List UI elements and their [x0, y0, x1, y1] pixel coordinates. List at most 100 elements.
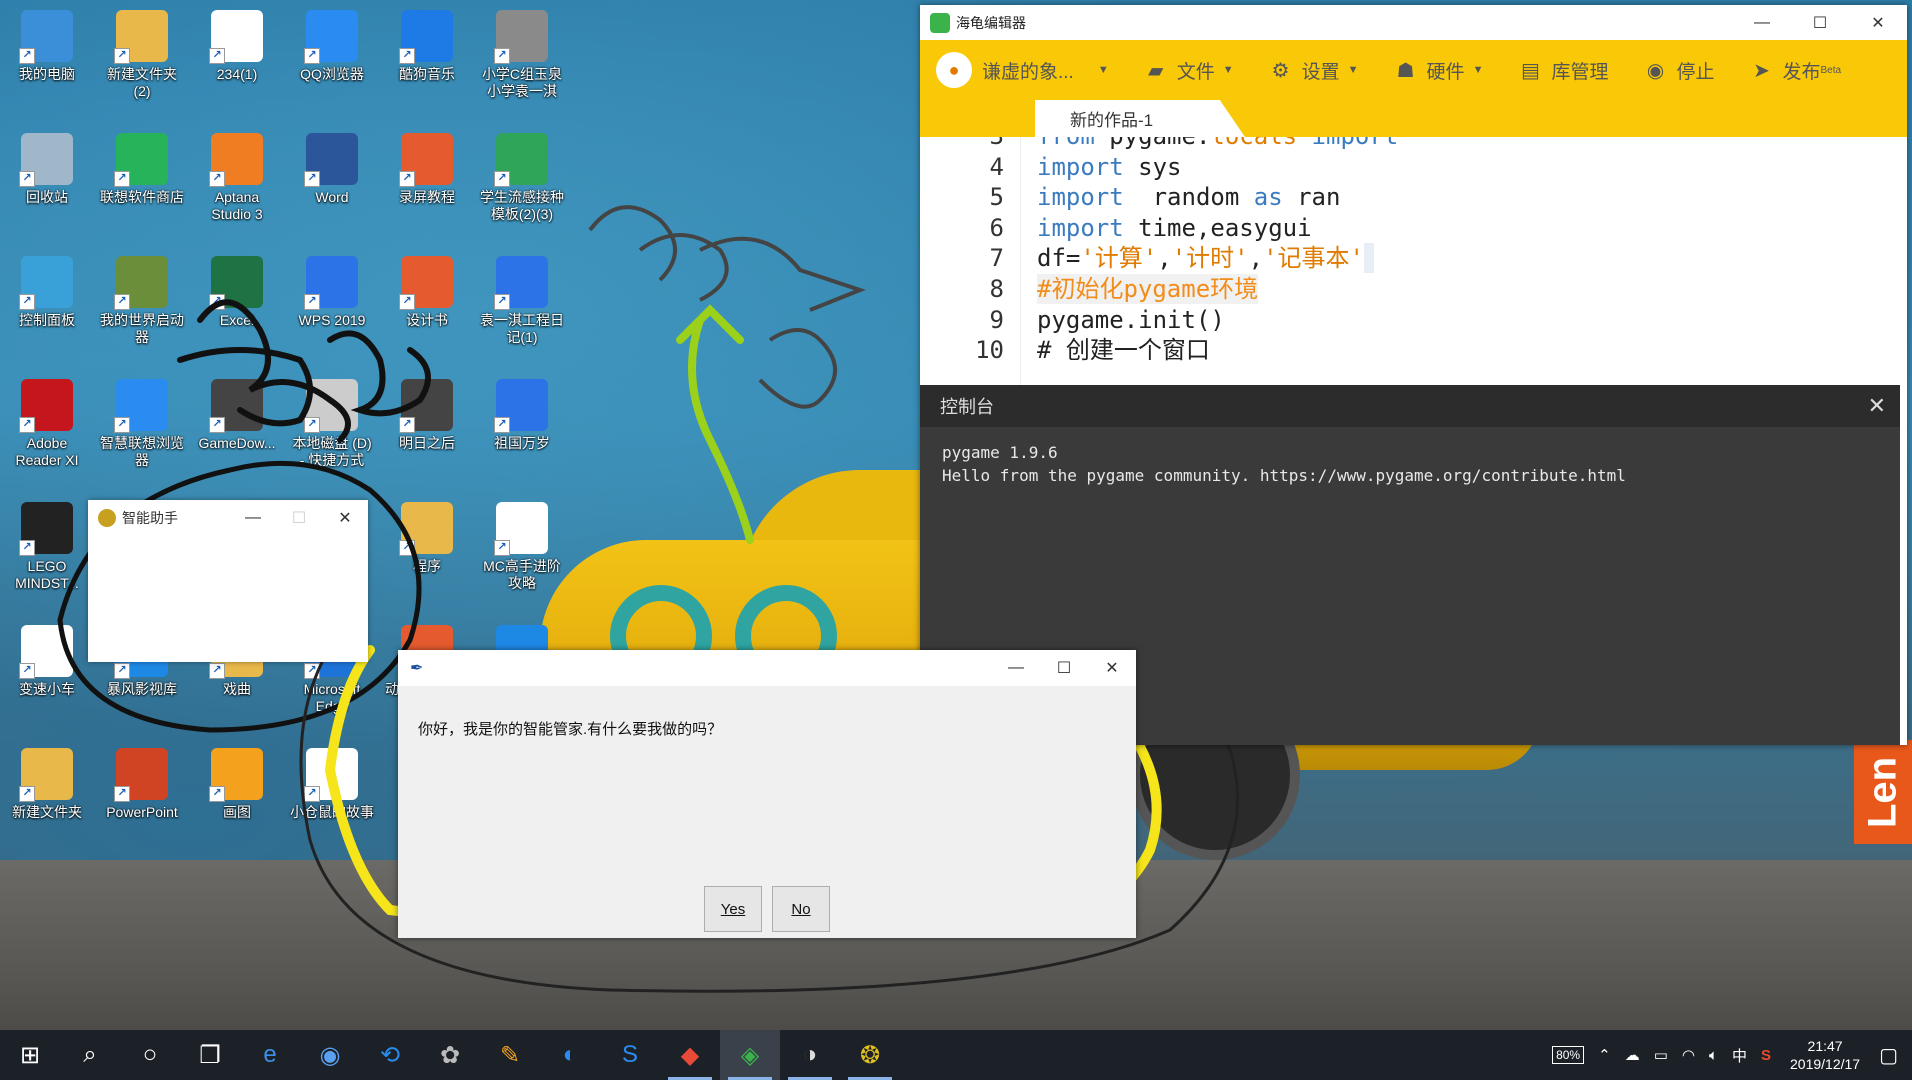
menu-hardware[interactable]: ☗ 硬件 ▼	[1393, 57, 1484, 84]
close-icon[interactable]: ✕	[1849, 5, 1907, 40]
taskbar-steam[interactable]: ◑	[780, 1030, 840, 1080]
code-line[interactable]: 9 pygame.init()	[920, 305, 1820, 335]
console-close-icon[interactable]: ✕	[1868, 393, 1886, 419]
desktop-icon[interactable]: ↗ 袁一淇工程日 记(1)	[475, 250, 569, 346]
search-button[interactable]: ⌕	[60, 1030, 120, 1080]
cortana-icon: ○	[142, 1041, 158, 1068]
desktop-icon-label: 联想软件商店	[100, 189, 184, 205]
sogou-ime-icon[interactable]: S	[1761, 1047, 1771, 1064]
minimize-icon[interactable]: —	[992, 650, 1040, 686]
battery-indicator[interactable]: 80%	[1552, 1046, 1585, 1064]
desktop-icon[interactable]: ↗ 设计书	[380, 250, 474, 329]
notification-icon[interactable]: ▢	[1879, 1043, 1898, 1068]
code-line[interactable]: 6 import time,easygui	[920, 213, 1820, 243]
desktop-icon[interactable]: ↗ 联想软件商店	[95, 127, 189, 206]
line-number: 7	[989, 244, 1004, 273]
taskbar-qq-browser[interactable]: ◐	[540, 1030, 600, 1080]
code-line[interactable]: 10 # 创建一个窗口	[920, 335, 1820, 365]
shortcut-arrow-icon: ↗	[209, 417, 225, 433]
desktop-icon[interactable]: ↗ 新建文件夹 (2)	[95, 4, 189, 100]
close-icon[interactable]: ✕	[1088, 650, 1136, 686]
desktop-icon[interactable]: ↗ 小学C组玉泉 小学袁一淇	[475, 4, 569, 100]
taskbar-game[interactable]: ◆	[660, 1030, 720, 1080]
desktop-icon[interactable]: ↗ MC高手进阶 攻略	[475, 496, 569, 592]
taskbar-app[interactable]: ✿	[420, 1030, 480, 1080]
maximize-icon[interactable]: ☐	[1791, 5, 1849, 40]
desktop-icon[interactable]: ↗ 回收站	[0, 127, 94, 206]
desktop-icon[interactable]: ↗ 程序	[380, 496, 474, 575]
menu-folder[interactable]: ▰ 文件 ▼	[1143, 57, 1234, 84]
chevron-up-icon[interactable]: ⌃	[1598, 1046, 1611, 1064]
turtle-logo-icon	[930, 12, 950, 33]
maximize-icon[interactable]: ☐	[276, 500, 322, 536]
desktop-icon[interactable]: ↗ Aptana Studio 3	[190, 127, 284, 223]
minimize-icon[interactable]: —	[230, 500, 276, 536]
minimize-icon[interactable]: —	[1733, 5, 1791, 40]
desktop-icon[interactable]: ↗ 本地磁盘 (D) - 快捷方式	[285, 373, 379, 469]
assistant-window[interactable]: 智能助手 — ☐ ✕	[88, 500, 368, 662]
taskbar-smart-browser[interactable]: ⟲	[360, 1030, 420, 1080]
taskbar-sogou[interactable]: S	[600, 1030, 660, 1080]
tab-new-work[interactable]: 新的作品-1 ✕	[1035, 100, 1245, 137]
code-line[interactable]: 5 import random as ran	[920, 182, 1820, 212]
close-icon[interactable]: ✕	[322, 500, 368, 536]
menu-gear[interactable]: ⚙ 设置 ▼	[1268, 57, 1359, 84]
assistant-titlebar[interactable]: 智能助手 — ☐ ✕	[88, 500, 368, 536]
desktop-icon[interactable]: ↗ 我的世界启动 器	[95, 250, 189, 346]
desktop-icon[interactable]: ↗ 变速小车	[0, 619, 94, 698]
dialog-titlebar[interactable]: ✒ — ☐ ✕	[398, 650, 1136, 686]
desktop-icon[interactable]: ↗ 新建文件夹	[0, 742, 94, 821]
wifi-icon[interactable]: ◠	[1682, 1046, 1695, 1064]
desktop-icon[interactable]: ↗ 画图	[190, 742, 284, 821]
desktop-icon[interactable]: ↗ 明日之后	[380, 373, 474, 452]
line-number: 5	[989, 183, 1004, 212]
menu-publish[interactable]: ➤ 发布 Beta	[1748, 57, 1841, 84]
code-line[interactable]: 7 df='计算','计时','记事本'	[920, 243, 1820, 274]
desktop-icon[interactable]: ↗ 234(1)	[190, 4, 284, 83]
desktop-icon[interactable]: ↗ 祖国万岁	[475, 373, 569, 452]
taskbar-lenovo-browser[interactable]: ◉	[300, 1030, 360, 1080]
desktop-icon[interactable]: ↗ 小仓鼠的故事	[285, 742, 379, 821]
desktop-icon[interactable]: ↗ 录屏教程	[380, 127, 474, 206]
volume-icon[interactable]: 🔈︎	[1709, 1047, 1718, 1064]
desktop-icon[interactable]: ↗ 学生流感接种 模板(2)(3)	[475, 127, 569, 223]
desktop-icon[interactable]: ↗ WPS 2019	[285, 250, 379, 329]
editor-titlebar[interactable]: 海龟编辑器 — ☐ ✕	[920, 5, 1907, 40]
no-button[interactable]: No	[772, 886, 830, 932]
desktop-icon[interactable]: ↗ Word	[285, 127, 379, 206]
desktop-icon-label: 录屏教程	[399, 189, 455, 205]
cortana-button[interactable]: ○	[120, 1030, 180, 1080]
desktop-icon[interactable]: ↗ PowerPoint	[95, 742, 189, 821]
desktop-icon[interactable]: ↗ 控制面板	[0, 250, 94, 329]
desktop-icon[interactable]: ↗ QQ浏览器	[285, 4, 379, 83]
code-line[interactable]: 8 #初始化pygame环境	[920, 274, 1820, 304]
ime-indicator[interactable]: 中	[1732, 1045, 1747, 1066]
easygui-dialog[interactable]: ✒ — ☐ ✕ 你好，我是你的智能管家.有什么要我做的吗？ Yes No	[398, 650, 1136, 938]
code-line[interactable]: 4 import sys	[920, 152, 1820, 182]
store-icon: ↗	[114, 133, 168, 187]
desktop-icon[interactable]: ↗ 智慧联想浏览 器	[95, 373, 189, 469]
yes-button[interactable]: Yes	[704, 886, 762, 932]
clock[interactable]: 21:47 2019/12/17	[1790, 1037, 1860, 1073]
tab-close-icon[interactable]: ✕	[1237, 108, 1245, 129]
taskbar-turtle-editor[interactable]: ◈	[720, 1030, 780, 1080]
desktop-icon[interactable]: ↗ Adobe Reader XI	[0, 373, 94, 469]
battery-icon[interactable]: ▭	[1654, 1046, 1668, 1064]
taskbar-paint[interactable]: ✎	[480, 1030, 540, 1080]
taskbar-edge[interactable]: e	[240, 1030, 300, 1080]
desktop-icon[interactable]: ↗ Excel	[190, 250, 284, 329]
task-view-button[interactable]: ❐	[180, 1030, 240, 1080]
code-line[interactable]: 3 from pygame.locals import	[920, 137, 1820, 151]
desktop-icon[interactable]: ↗ 酷狗音乐	[380, 4, 474, 83]
ppt-file-icon: ↗	[399, 133, 453, 187]
desktop-icon[interactable]: ↗ LEGO MINDST...	[0, 496, 94, 592]
onedrive-icon[interactable]: ☁	[1625, 1046, 1640, 1064]
menu-stop[interactable]: ◉ 停止	[1642, 57, 1715, 84]
maximize-icon[interactable]: ☐	[1040, 650, 1088, 686]
desktop-icon[interactable]: ↗ 我的电脑	[0, 4, 94, 83]
desktop-icon[interactable]: ↗ GameDow...	[190, 373, 284, 452]
start-button[interactable]: ⊞	[0, 1030, 60, 1080]
taskbar-python[interactable]: ❂	[840, 1030, 900, 1080]
menu-library[interactable]: ▤ 库管理	[1517, 57, 1608, 84]
user-menu[interactable]: ● 谦虚的象... ▼	[936, 52, 1109, 88]
